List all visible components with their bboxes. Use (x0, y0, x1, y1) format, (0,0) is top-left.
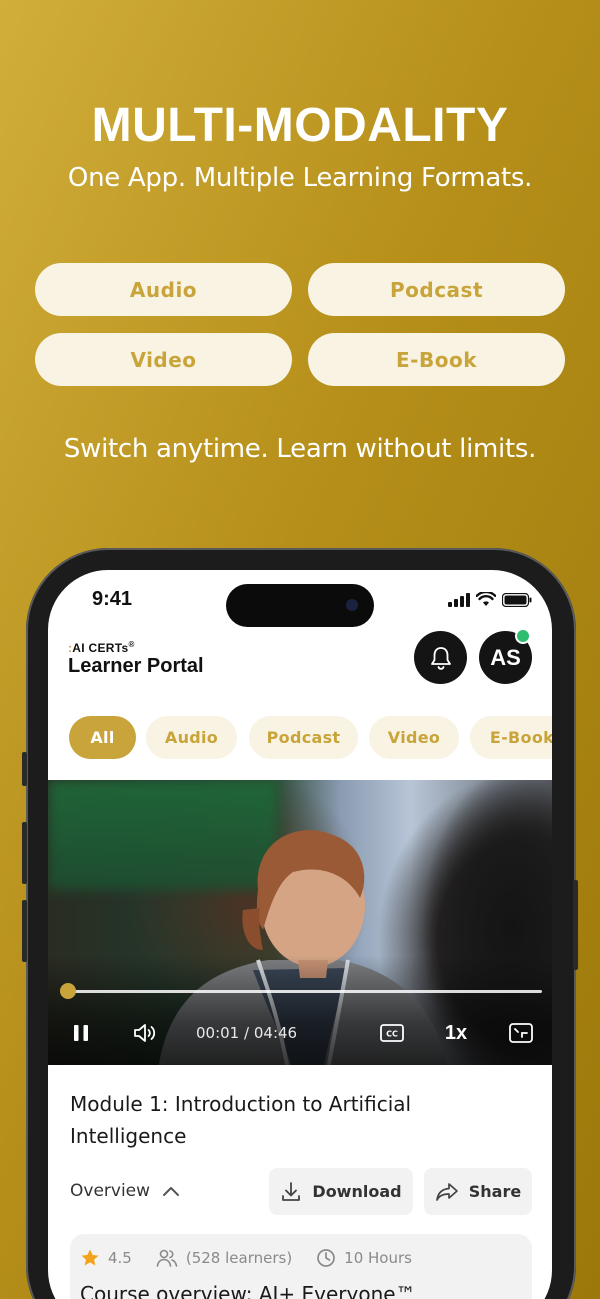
online-status-dot (515, 628, 531, 644)
time-readout: 00:01 / 04:46 (196, 1024, 297, 1042)
module-title: Module 1: Introduction to Artificial Int… (70, 1092, 412, 1148)
filter-chip-podcast[interactable]: Podcast (249, 716, 358, 759)
captions-button[interactable]: CC (378, 1018, 406, 1048)
pause-button[interactable] (68, 1018, 94, 1048)
wifi-icon (476, 592, 496, 606)
controls-gradient (48, 955, 552, 1065)
volume-button[interactable] (130, 1018, 160, 1048)
filter-chip-video[interactable]: Video (369, 716, 459, 759)
overview-toggle[interactable]: Overview (70, 1181, 180, 1201)
format-pill-podcast[interactable]: Podcast (308, 263, 565, 316)
camera-icon (346, 599, 358, 611)
filter-chip-ebook[interactable]: E-Book (470, 716, 552, 759)
phone-volume-up-button (22, 822, 27, 884)
share-button[interactable]: Share (424, 1168, 532, 1215)
progress-bar[interactable] (66, 990, 542, 993)
learners-count: (528 learners) (185, 1249, 293, 1267)
app-brand[interactable]: :AI CERTs® Learner Portal (68, 640, 204, 678)
phone-side-button (22, 752, 27, 786)
download-icon (282, 1181, 301, 1201)
overview-label: Overview (70, 1181, 151, 1201)
progress-handle[interactable] (59, 983, 76, 999)
phone-screen: 9:41 :AI CERTs® Learner Portal AS All Au… (48, 570, 552, 1299)
rating-value: 4.5 (108, 1249, 132, 1267)
course-title: Course overview: AI+ Everyone™ (80, 1282, 416, 1299)
filter-chip-all[interactable]: All (69, 716, 136, 759)
download-label: Download (312, 1182, 402, 1201)
portal-title: Learner Portal (68, 655, 204, 677)
battery-icon (502, 592, 532, 607)
time-separator: / (244, 1024, 250, 1042)
users-icon (156, 1249, 178, 1267)
brand-name: AI CERTs (72, 641, 129, 655)
video-player[interactable]: 00:01 / 04:46 CC 1x (48, 780, 552, 1065)
hero-subtitle: One App. Multiple Learning Formats. (67, 163, 533, 193)
tagline: Switch anytime. Learn without limits. (63, 434, 537, 464)
phone-power-button (573, 880, 578, 970)
status-time: 9:41 (92, 588, 133, 610)
picture-in-picture-icon (509, 1023, 533, 1043)
fullscreen-button[interactable] (507, 1018, 535, 1048)
playback-speed-button[interactable]: 1x (441, 1018, 471, 1048)
course-info-card[interactable]: 4.5 (528 learners) 10 Hours Course overv… (70, 1234, 532, 1299)
course-duration: 10 Hours (344, 1249, 412, 1267)
signal-icon (448, 592, 470, 607)
pause-icon (74, 1025, 88, 1041)
phone-volume-down-button (22, 900, 27, 962)
share-label: Share (468, 1182, 522, 1201)
filter-chip-audio[interactable]: Audio (146, 716, 237, 759)
volume-icon (134, 1024, 156, 1042)
clock-icon (317, 1249, 336, 1267)
total-duration: 04:46 (253, 1024, 298, 1042)
closed-captions-icon: CC (380, 1024, 404, 1042)
share-icon (435, 1182, 458, 1201)
chevron-up-icon (163, 1187, 180, 1196)
course-stats: 4.5 (528 learners) 10 Hours (80, 1248, 412, 1268)
dynamic-island (226, 584, 374, 627)
format-pill-audio[interactable]: Audio (35, 263, 292, 316)
status-icons (448, 592, 532, 607)
current-time: 00:01 (196, 1024, 240, 1042)
brand-logo-text: :AI CERTs® (68, 640, 204, 655)
bell-icon (430, 646, 451, 670)
notifications-button[interactable] (414, 631, 467, 684)
format-pill-ebook[interactable]: E-Book (308, 333, 565, 386)
format-pill-video[interactable]: Video (35, 333, 292, 386)
download-button[interactable]: Download (269, 1168, 413, 1215)
hero-title: MULTI-MODALITY (91, 99, 509, 152)
svg-text:CC: CC (386, 1030, 398, 1039)
star-icon (81, 1249, 99, 1266)
registered-mark: ® (128, 640, 135, 649)
